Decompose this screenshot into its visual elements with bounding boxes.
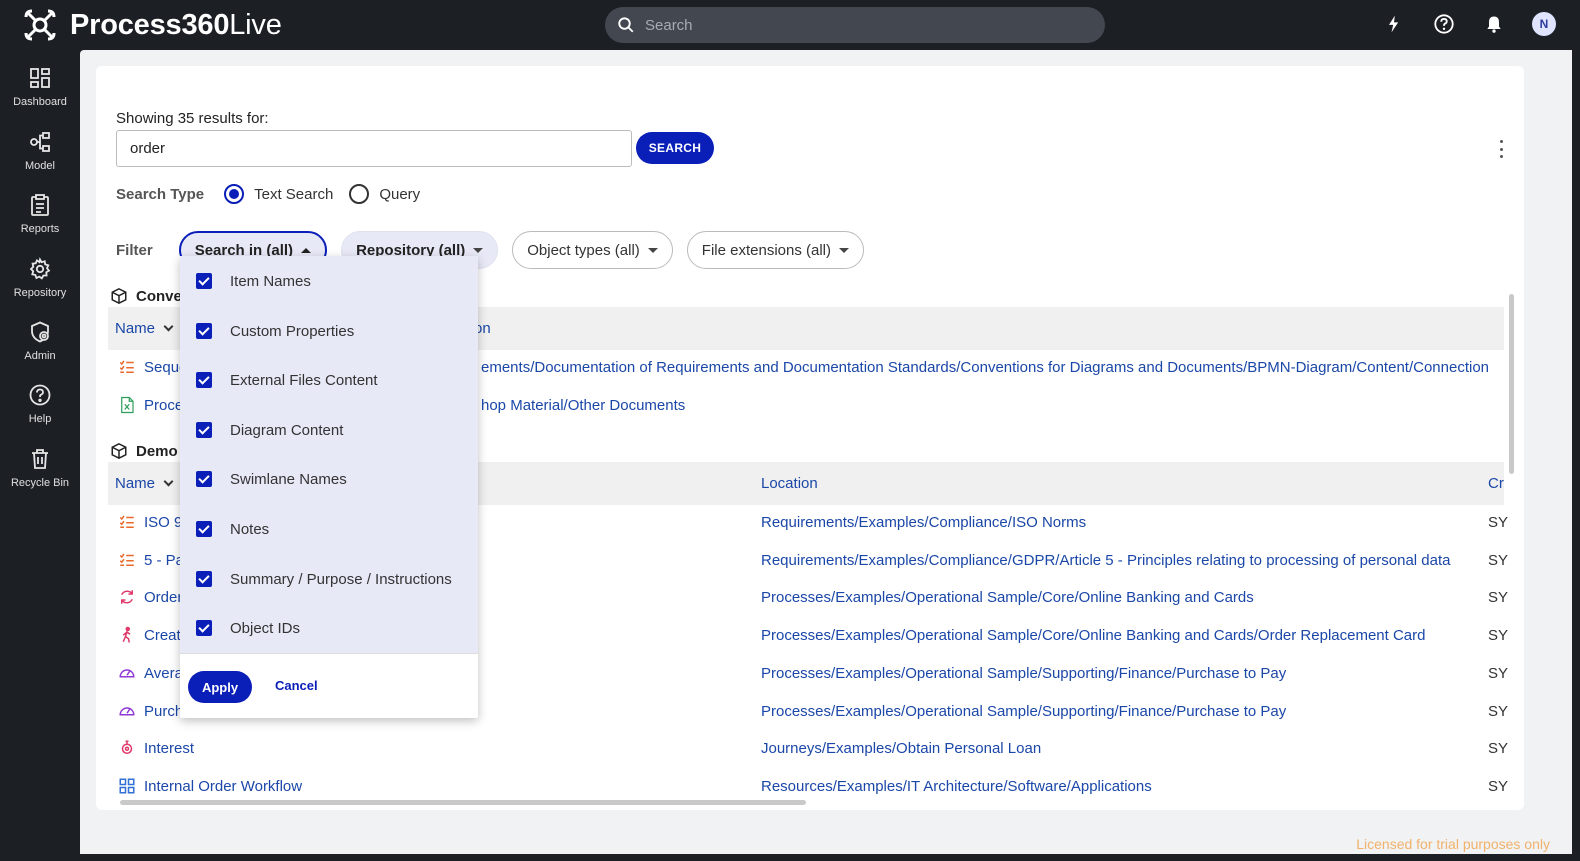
application-grid-icon [119, 778, 135, 794]
chevron-down-icon [163, 321, 174, 332]
license-notice: Licensed for trial purposes only [1356, 836, 1550, 852]
sidebar-item-label: Admin [24, 350, 56, 362]
radio-unselected-icon[interactable] [349, 184, 370, 204]
top-bar: Process360Live N [0, 0, 1580, 50]
cube-icon [111, 288, 127, 304]
app-logo[interactable]: Process360Live [22, 7, 282, 43]
help-icon[interactable] [1432, 12, 1456, 36]
checkbox-checked-icon[interactable] [196, 323, 212, 339]
more-options-icon[interactable] [1498, 140, 1504, 158]
sidebar-item-admin[interactable]: Admin [0, 320, 80, 376]
help-icon [29, 384, 51, 406]
option-object-ids[interactable]: Object IDs [196, 616, 300, 640]
app-name: Process360Live [70, 8, 282, 41]
caret-down-icon [839, 247, 850, 253]
process-cycle-icon [121, 590, 133, 604]
sidebar-item-recycle-bin[interactable]: Recycle Bin [0, 447, 80, 503]
reports-icon [31, 194, 49, 216]
sidebar-item-label: Recycle Bin [10, 477, 70, 489]
filter-label: Filter [116, 241, 153, 259]
caret-down-icon [647, 247, 658, 253]
search-input[interactable] [116, 130, 632, 167]
option-external-files-content[interactable]: External Files Content [196, 368, 378, 392]
cancel-button[interactable]: Cancel [275, 678, 318, 693]
sidebar-item-label: Repository [13, 287, 67, 299]
option-summary-purpose-instructions[interactable]: Summary / Purpose / Instructions [196, 567, 452, 591]
column-header-name[interactable]: Name [115, 475, 174, 492]
column-header-name[interactable]: Name [115, 320, 174, 337]
sidebar-item-label: Help [28, 413, 52, 425]
table-row[interactable]: Interest Journeys/Examples/Obtain Person… [108, 731, 1508, 769]
sidebar-item-reports[interactable]: Reports [0, 193, 80, 249]
cube-icon [111, 443, 127, 459]
result-group-header: Demo [110, 442, 178, 460]
radio-text-search[interactable]: Text Search [224, 184, 333, 204]
option-notes[interactable]: Notes [196, 517, 269, 541]
caret-down-icon [473, 247, 484, 253]
sidebar-item-model[interactable]: Model [0, 130, 80, 186]
requirements-list-icon [119, 360, 134, 373]
sidebar-item-help[interactable]: Help [0, 383, 80, 439]
caret-up-icon [301, 247, 312, 253]
bell-icon[interactable] [1482, 12, 1506, 36]
gear-icon [29, 257, 51, 280]
sidebar: Dashboard Model Reports Repository Admin… [0, 50, 80, 861]
sidebar-item-repository[interactable]: Repository [0, 257, 80, 313]
walking-person-icon [122, 626, 131, 643]
column-header-location[interactable]: Location [761, 475, 818, 492]
checkbox-checked-icon[interactable] [196, 422, 212, 438]
filter-object-types[interactable]: Object types (all) [512, 231, 673, 269]
user-avatar[interactable]: N [1532, 12, 1556, 36]
trash-icon [32, 449, 48, 469]
checkbox-checked-icon[interactable] [196, 471, 212, 487]
option-diagram-content[interactable]: Diagram Content [196, 418, 343, 442]
radio-query[interactable]: Query [349, 184, 420, 204]
gauge-icon [119, 707, 135, 716]
checkbox-checked-icon[interactable] [196, 372, 212, 388]
radio-selected-icon[interactable] [224, 184, 245, 204]
requirements-list-icon [119, 553, 134, 566]
vertical-scrollbar[interactable] [1509, 294, 1514, 474]
process360-logo-icon [24, 9, 56, 41]
sidebar-item-label: Model [25, 160, 55, 172]
checkbox-checked-icon[interactable] [196, 571, 212, 587]
global-search-input[interactable] [645, 16, 1065, 34]
search-type-label: Search Type [116, 185, 205, 203]
touchpoint-icon [121, 740, 133, 754]
horizontal-scrollbar[interactable] [120, 800, 806, 805]
sidebar-item-dashboard[interactable]: Dashboard [0, 66, 80, 122]
model-icon [30, 132, 50, 152]
chevron-down-icon [163, 476, 174, 487]
checkbox-checked-icon[interactable] [196, 620, 212, 636]
gauge-icon [119, 669, 135, 678]
checkbox-checked-icon[interactable] [196, 521, 212, 537]
sidebar-item-label: Dashboard [13, 96, 67, 108]
admin-icon [31, 321, 49, 343]
result-group-header: Conver [110, 287, 188, 305]
lightning-icon[interactable] [1382, 12, 1406, 36]
option-custom-properties[interactable]: Custom Properties [196, 319, 354, 343]
filter-file-extensions[interactable]: File extensions (all) [686, 231, 865, 269]
dropdown-footer: Apply Cancel [180, 653, 478, 718]
apply-button[interactable]: Apply [188, 671, 252, 703]
option-item-names[interactable]: Item Names [196, 269, 311, 293]
dashboard-icon [30, 68, 50, 88]
search-icon [618, 17, 634, 33]
global-search[interactable] [605, 7, 1105, 43]
option-swimlane-names[interactable]: Swimlane Names [196, 467, 347, 491]
search-type-row: Search Type Text Search Query [116, 184, 436, 204]
requirements-list-icon [119, 515, 134, 528]
search-in-dropdown: Item Names Custom Properties External Fi… [180, 256, 478, 718]
search-button[interactable]: SEARCH [636, 132, 714, 164]
sidebar-item-label: Reports [20, 223, 60, 235]
results-count-text: Showing 35 results for: [116, 110, 269, 127]
excel-file-icon [121, 396, 134, 414]
checkbox-checked-icon[interactable] [196, 273, 212, 289]
search-in-options: Item Names Custom Properties External Fi… [180, 256, 478, 653]
column-header-created[interactable]: Cr [1488, 475, 1504, 492]
